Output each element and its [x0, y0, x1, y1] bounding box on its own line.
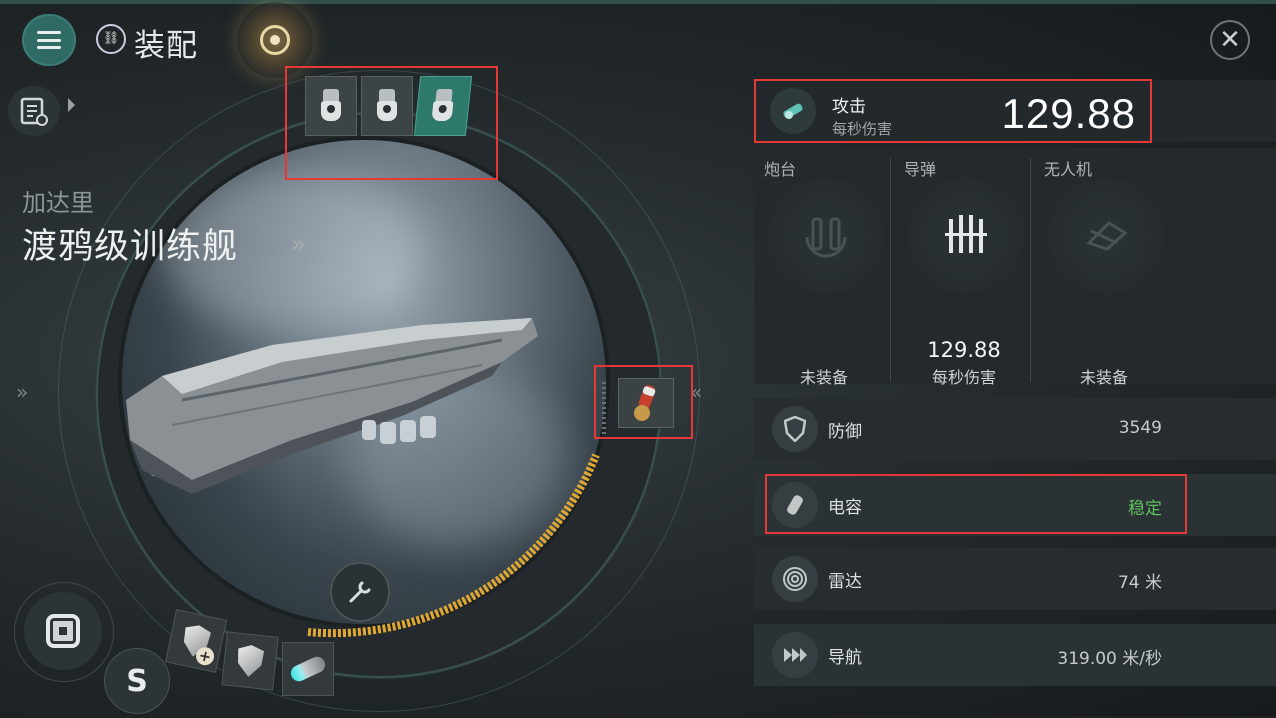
defense-label: 防御 — [828, 422, 862, 442]
attack-label: 攻击 — [832, 97, 866, 117]
turret-icon — [319, 89, 343, 123]
menu-button[interactable] — [24, 16, 74, 64]
stats-panel: 攻击 每秒伤害 129.88 炮台 未装备 导弹 129.88 每秒伤害 无人机 — [754, 78, 1276, 718]
weapon-breakdown: 炮台 未装备 导弹 129.88 每秒伤害 无人机 未装备 — [754, 148, 1276, 387]
weapon-turret[interactable]: 炮台 未装备 — [754, 148, 894, 387]
rig-button[interactable] — [330, 562, 390, 622]
drone-label: 无人机 — [1044, 160, 1093, 179]
fitting-list-icon — [20, 97, 48, 126]
speed-icon — [772, 632, 818, 678]
radar-label: 雷达 — [828, 572, 862, 592]
high-slot-3[interactable] — [413, 76, 473, 136]
low-slot-3[interactable] — [282, 642, 334, 696]
mid-slot-ticks — [602, 382, 606, 438]
frame-icon — [46, 614, 80, 648]
high-slot-group — [305, 76, 481, 140]
gold-orb-button[interactable] — [237, 2, 313, 78]
attack-value: 129.88 — [1001, 90, 1136, 137]
missile-label: 导弹 — [904, 160, 937, 179]
wrench-icon — [349, 581, 371, 603]
drone-status: 未装备 — [1079, 368, 1128, 387]
mid-chevron-icon[interactable]: « — [690, 380, 702, 404]
top-accent-line — [0, 0, 1276, 4]
ship-name[interactable]: 渡鸦级训练舰 — [22, 218, 238, 269]
turret-label: 炮台 — [764, 160, 797, 179]
radar-value: 74 米 — [1117, 573, 1162, 593]
attack-summary[interactable]: 攻击 每秒伤害 129.88 — [754, 80, 1276, 142]
turret-icon — [375, 89, 399, 123]
fitting-list-button[interactable] — [8, 86, 60, 136]
fitting-mode-icon: ⛓ — [96, 24, 126, 54]
turret-icon — [429, 89, 457, 123]
weapon-drone[interactable]: 无人机 未装备 — [1034, 148, 1174, 387]
stat-row-capacitor[interactable]: 电容 稳定 — [754, 474, 1276, 536]
missile-dps: 129.88 — [927, 338, 1001, 362]
navigation-label: 导航 — [828, 648, 862, 668]
close-button[interactable]: ✕ — [1210, 20, 1250, 60]
ship-name-arrow-icon[interactable]: » — [291, 230, 306, 258]
left-chevron-icon[interactable]: » — [16, 380, 28, 404]
low-slot-2[interactable] — [221, 631, 279, 691]
swap-icon: S — [126, 663, 148, 699]
capacitor-label: 电容 — [828, 498, 862, 518]
battery-icon — [772, 482, 818, 528]
close-icon: ✕ — [1219, 25, 1241, 55]
weapon-missile[interactable]: 导弹 129.88 每秒伤害 — [894, 148, 1034, 387]
stat-row-navigation[interactable]: 导航 319.00 米/秒 — [754, 624, 1276, 686]
turret-icon — [768, 178, 884, 294]
shield-icon — [772, 406, 818, 452]
low-slot-1[interactable]: + — [164, 609, 228, 673]
drone-icon — [1048, 178, 1164, 294]
swap-button[interactable]: S — [104, 648, 170, 714]
defense-value: 3549 — [1118, 418, 1162, 438]
hamburger-icon — [37, 31, 61, 49]
stat-row-defense[interactable]: 防御 3549 — [754, 398, 1276, 460]
page-title: 装配 — [134, 28, 198, 64]
radar-icon — [772, 556, 818, 602]
shield-icon — [235, 644, 264, 679]
capacitor-charge-icon — [634, 385, 656, 421]
missile-sublabel: 每秒伤害 — [931, 368, 996, 387]
attack-sublabel: 每秒伤害 — [832, 120, 893, 138]
expand-arrow-icon[interactable] — [68, 98, 75, 112]
missile-icon — [908, 178, 1024, 294]
high-slot-1[interactable] — [305, 76, 357, 136]
navigation-value: 319.00 米/秒 — [1057, 649, 1162, 669]
turret-status: 未装备 — [799, 368, 848, 387]
ship-faction: 加达里 — [22, 189, 94, 217]
ship-control-button[interactable] — [24, 592, 102, 670]
booster-icon — [288, 654, 328, 684]
attack-icon — [770, 88, 816, 134]
high-slot-2[interactable] — [361, 76, 413, 136]
capacitor-value: 稳定 — [1128, 499, 1162, 519]
stat-row-radar[interactable]: 雷达 74 米 — [754, 548, 1276, 610]
mid-slot-1[interactable] — [618, 378, 674, 428]
